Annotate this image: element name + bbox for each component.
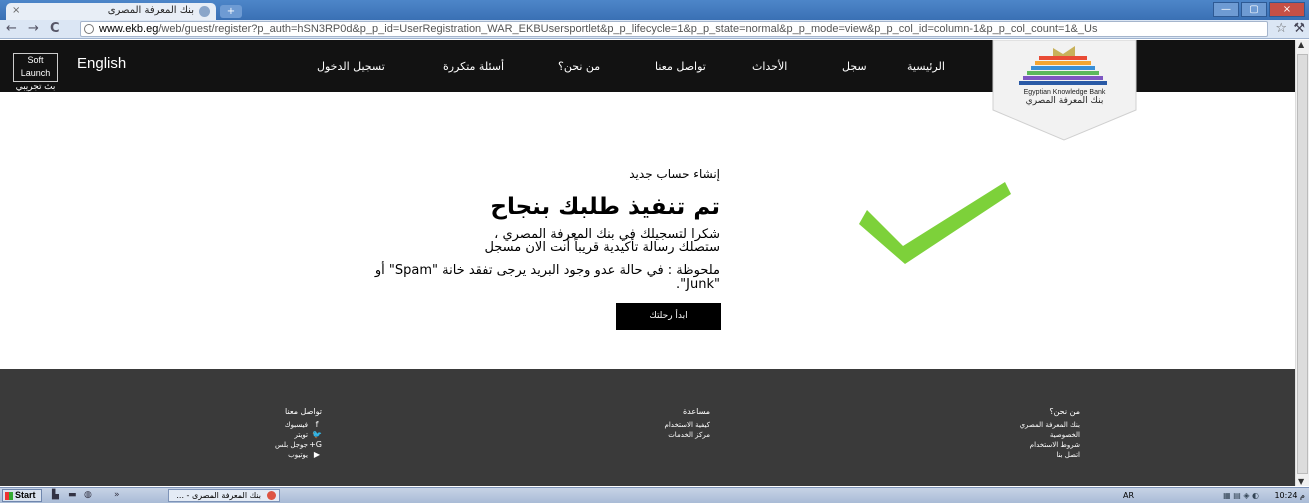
forward-button[interactable]: → bbox=[28, 21, 39, 37]
social-facebook-link[interactable]: f فيسبوك bbox=[272, 420, 322, 430]
quicklaunch-desktop-icon[interactable]: ▙ bbox=[52, 490, 59, 500]
footer-link[interactable]: شروط الاستخدام bbox=[1010, 440, 1080, 450]
browser-tab-strip: بنك المعرفة المصرى × + — ▢ × bbox=[0, 0, 1309, 20]
language-indicator[interactable]: AR bbox=[1123, 489, 1134, 502]
footer-contact-column: تواصل معنا f فيسبوك 🐦 تويتر G+ جوجل بلس … bbox=[272, 407, 322, 460]
footer-link[interactable]: الخصوصية bbox=[1010, 430, 1080, 440]
nav-register[interactable]: سجل bbox=[842, 60, 867, 73]
spam-note: ملحوظة : في حالة عدو وجود البريد يرجى تف… bbox=[240, 264, 720, 292]
minimize-button[interactable]: — bbox=[1213, 2, 1239, 17]
back-button[interactable]: ← bbox=[6, 21, 17, 37]
social-label: تويتر bbox=[294, 431, 309, 439]
quicklaunch-window-icon[interactable]: ▬ bbox=[68, 490, 77, 500]
chrome-icon bbox=[267, 491, 276, 500]
footer-link[interactable]: اتصل بنا bbox=[1010, 450, 1080, 460]
footer-link[interactable]: بنك المعرفة المصري bbox=[1010, 420, 1080, 430]
soft-launch-en: Soft Launch bbox=[20, 55, 51, 78]
quicklaunch-chevron-icon[interactable]: » bbox=[114, 490, 120, 500]
nav-about[interactable]: من نحن؟ bbox=[558, 60, 600, 73]
youtube-icon: ▶ bbox=[313, 450, 321, 459]
nav-login[interactable]: تسجيل الدخول bbox=[317, 60, 385, 73]
note-line-1: ملحوظة : في حالة عدو وجود البريد يرجى تف… bbox=[374, 263, 720, 278]
success-title: تم تنفيذ طلبك بنجاح bbox=[490, 194, 720, 220]
globe-icon bbox=[84, 24, 94, 34]
scroll-up-icon[interactable]: ▲ bbox=[1298, 40, 1304, 49]
bookmark-star-icon[interactable]: ☆ bbox=[1275, 21, 1287, 36]
social-label: فيسبوك bbox=[284, 421, 308, 429]
wrench-menu-icon[interactable]: ⚒ bbox=[1293, 21, 1305, 36]
reload-button[interactable]: C bbox=[50, 21, 60, 37]
url-path: /web/guest/register?p_auth=hSN3RP0d&p_p_… bbox=[158, 23, 1098, 35]
page-subtitle: إنشاء حساب جديد bbox=[629, 167, 720, 181]
success-message: شكرا لتسجيلك في بنك المعرفة المصري ، ستص… bbox=[370, 228, 720, 254]
maximize-button[interactable]: ▢ bbox=[1241, 2, 1267, 17]
browser-tab[interactable]: بنك المعرفة المصرى × bbox=[6, 3, 216, 20]
tab-favicon-icon bbox=[199, 6, 210, 17]
page-scrollbar[interactable]: ▲ ▼ bbox=[1295, 40, 1309, 486]
logo-text-ar: بنك المعرفة المصري bbox=[1025, 96, 1104, 106]
tab-close-icon[interactable]: × bbox=[12, 5, 20, 16]
message-line-2: ستصلك رسالة تأكيدية قريباً أنت الان مسجل bbox=[484, 240, 720, 255]
soft-launch-ar: بث تجريبي bbox=[15, 81, 56, 91]
start-button[interactable]: Start bbox=[2, 489, 42, 502]
system-tray: AR ▦ ▤ ◈ ◐ 10:24 م bbox=[1109, 489, 1309, 502]
footer-help-column: مساعدة كيفية الاستخدام مركز الخدمات bbox=[655, 407, 710, 440]
browser-toolbar: ← → C www.ekb.eg/web/guest/register?p_au… bbox=[0, 20, 1309, 39]
new-tab-button[interactable]: + bbox=[220, 5, 242, 18]
social-googleplus-link[interactable]: G+ جوجل بلس bbox=[272, 440, 322, 450]
google-plus-icon: G+ bbox=[309, 440, 322, 449]
footer-contact-heading: تواصل معنا bbox=[285, 407, 322, 416]
start-label: Start bbox=[15, 490, 36, 500]
footer-about-heading: من نحن؟ bbox=[1049, 407, 1080, 416]
scroll-down-icon[interactable]: ▼ bbox=[1298, 477, 1304, 486]
footer-link[interactable]: مركز الخدمات bbox=[655, 430, 710, 440]
window-close-button[interactable]: × bbox=[1269, 2, 1305, 17]
tab-title: بنك المعرفة المصرى bbox=[107, 5, 194, 16]
footer-link[interactable]: كيفية الاستخدام bbox=[655, 420, 710, 430]
social-label: يوتيوب bbox=[288, 451, 308, 459]
footer-about-column: من نحن؟ بنك المعرفة المصري الخصوصية شروط… bbox=[1010, 407, 1080, 460]
windows-taskbar: Start ▙ ▬ ◍ » بنك المعرفة المصرى - ... A… bbox=[0, 487, 1309, 503]
window-controls: — ▢ × bbox=[1213, 2, 1305, 17]
nav-home[interactable]: الرئيسية bbox=[907, 60, 945, 73]
tray-icons[interactable]: ▦ ▤ ◈ ◐ bbox=[1223, 489, 1259, 502]
footer-help-heading: مساعدة bbox=[682, 407, 710, 416]
twitter-icon: 🐦 bbox=[312, 430, 322, 439]
start-journey-button[interactable]: ابدأ رحلتك bbox=[616, 303, 721, 330]
quicklaunch-browser-icon[interactable]: ◍ bbox=[84, 490, 92, 500]
facebook-icon: f bbox=[315, 420, 319, 429]
windows-flag-icon bbox=[5, 492, 13, 500]
social-label: جوجل بلس bbox=[275, 441, 308, 449]
clock[interactable]: 10:24 م bbox=[1274, 489, 1305, 502]
soft-launch-badge: Soft Launch بث تجريبي bbox=[13, 53, 58, 91]
note-line-2: "Junk". bbox=[676, 277, 720, 292]
ekb-logo[interactable]: Egyptian Knowledge Bank بنك المعرفة المص… bbox=[991, 40, 1138, 142]
scroll-thumb[interactable] bbox=[1297, 54, 1308, 474]
url-host: www.ekb.eg bbox=[99, 23, 159, 35]
address-bar[interactable]: www.ekb.eg/web/guest/register?p_auth=hSN… bbox=[80, 21, 1268, 37]
nav-events[interactable]: الأحداث bbox=[752, 60, 787, 73]
success-check-icon bbox=[859, 182, 1011, 264]
taskbar-window-label: بنك المعرفة المصرى - ... bbox=[176, 491, 261, 500]
taskbar-browser-window[interactable]: بنك المعرفة المصرى - ... bbox=[168, 489, 280, 502]
nav-faq[interactable]: أسئلة متكررة bbox=[443, 60, 504, 73]
social-youtube-link[interactable]: ▶ يوتيوب bbox=[272, 450, 322, 460]
nav-contact[interactable]: تواصل معنا bbox=[655, 60, 706, 73]
site-footer: من نحن؟ بنك المعرفة المصري الخصوصية شروط… bbox=[0, 369, 1295, 486]
social-twitter-link[interactable]: 🐦 تويتر bbox=[272, 430, 322, 440]
logo-text-en: Egyptian Knowledge Bank bbox=[1023, 89, 1106, 96]
language-switch-link[interactable]: English bbox=[77, 55, 126, 72]
